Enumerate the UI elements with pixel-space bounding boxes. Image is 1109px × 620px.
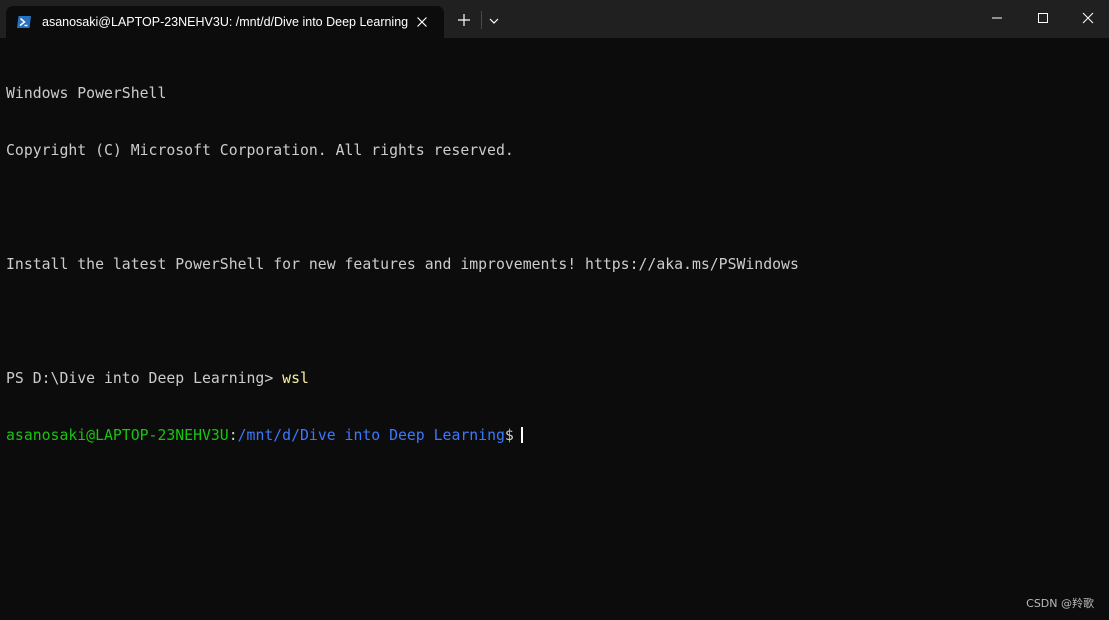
chevron-down-icon[interactable] bbox=[487, 13, 501, 27]
title-bar[interactable]: asanosaki@LAPTOP-23NEHV3U: /mnt/d/Dive i… bbox=[0, 0, 1109, 38]
minimize-button[interactable] bbox=[973, 0, 1019, 36]
close-window-button[interactable] bbox=[1064, 0, 1109, 36]
powershell-icon bbox=[16, 14, 32, 30]
plus-icon[interactable] bbox=[455, 11, 473, 29]
command-text: wsl bbox=[282, 370, 309, 387]
close-icon bbox=[1082, 12, 1094, 24]
prompt-path: /mnt/d/Dive into Deep Learning bbox=[237, 427, 505, 444]
output-line: Install the latest PowerShell for new fe… bbox=[6, 256, 799, 273]
tab-separator bbox=[481, 11, 482, 29]
output-line: Copyright (C) Microsoft Corporation. All… bbox=[6, 142, 514, 159]
text-cursor bbox=[520, 427, 523, 443]
powershell-prompt-line: PS D:\Dive into Deep Learning> wsl bbox=[6, 369, 1096, 388]
terminal-window: asanosaki@LAPTOP-23NEHV3U: /mnt/d/Dive i… bbox=[0, 0, 1109, 620]
powershell-prompt: PS D:\Dive into Deep Learning> bbox=[6, 370, 283, 387]
prompt-user-host: asanosaki@LAPTOP-23NEHV3U bbox=[6, 427, 229, 444]
output-line: Windows PowerShell bbox=[6, 85, 167, 102]
maximize-icon bbox=[1038, 13, 1048, 23]
terminal-output[interactable]: Windows PowerShell Copyright (C) Microso… bbox=[6, 46, 1096, 483]
minimize-icon bbox=[992, 17, 1002, 19]
tab-title: asanosaki@LAPTOP-23NEHV3U: /mnt/d/Dive i… bbox=[42, 15, 409, 29]
watermark: CSDN @羚歌 bbox=[1026, 597, 1094, 610]
prompt-colon: : bbox=[228, 427, 238, 444]
maximize-button[interactable] bbox=[1019, 0, 1065, 36]
close-tab-icon[interactable] bbox=[414, 14, 430, 30]
terminal-tab[interactable]: asanosaki@LAPTOP-23NEHV3U: /mnt/d/Dive i… bbox=[6, 6, 444, 38]
prompt-symbol: $ bbox=[504, 427, 514, 444]
bash-prompt-line[interactable]: asanosaki@LAPTOP-23NEHV3U:/mnt/d/Dive in… bbox=[6, 426, 1096, 445]
